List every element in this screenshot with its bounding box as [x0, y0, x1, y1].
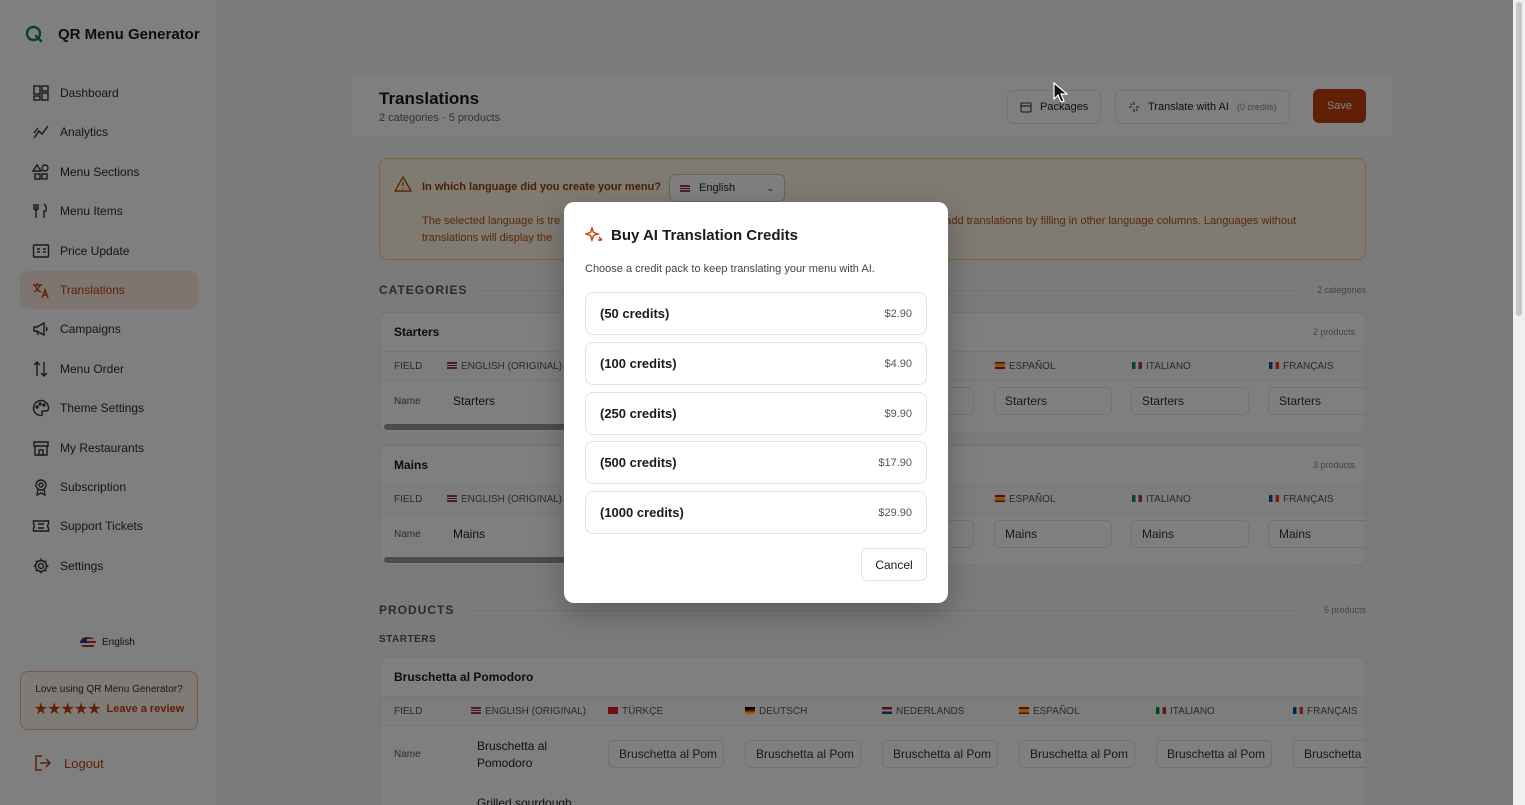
dialog-title: Buy AI Translation Credits [585, 226, 798, 244]
page-scrollbar[interactable] [1513, 0, 1525, 805]
pack-price: $4.90 [884, 357, 912, 370]
pack-name: (100 credits) [600, 356, 677, 371]
scrollbar-thumb[interactable] [1516, 2, 1522, 316]
credit-pack-option[interactable]: (500 credits) $17.90 [585, 441, 927, 484]
dialog-title-text: Buy AI Translation Credits [611, 226, 798, 244]
pack-price: $2.90 [884, 307, 912, 320]
cancel-button[interactable]: Cancel [861, 548, 927, 581]
credit-pack-option[interactable]: (250 credits) $9.90 [585, 392, 927, 435]
pack-name: (500 credits) [600, 455, 677, 470]
pack-name: (50 credits) [600, 306, 670, 321]
pack-price: $17.90 [878, 456, 912, 469]
pack-price: $9.90 [884, 407, 912, 420]
buy-credits-dialog: Buy AI Translation Credits Choose a cred… [564, 202, 948, 603]
dialog-description: Choose a credit pack to keep translating… [585, 263, 875, 275]
pack-name: (1000 credits) [600, 505, 684, 520]
pack-price: $29.90 [878, 506, 912, 519]
pack-name: (250 credits) [600, 406, 677, 421]
credit-pack-option[interactable]: (100 credits) $4.90 [585, 342, 927, 385]
sparkle-icon [585, 226, 603, 243]
credit-pack-option[interactable]: (1000 credits) $29.90 [585, 491, 927, 534]
mouse-cursor-icon [1053, 82, 1069, 103]
credit-pack-option[interactable]: (50 credits) $2.90 [585, 292, 927, 335]
